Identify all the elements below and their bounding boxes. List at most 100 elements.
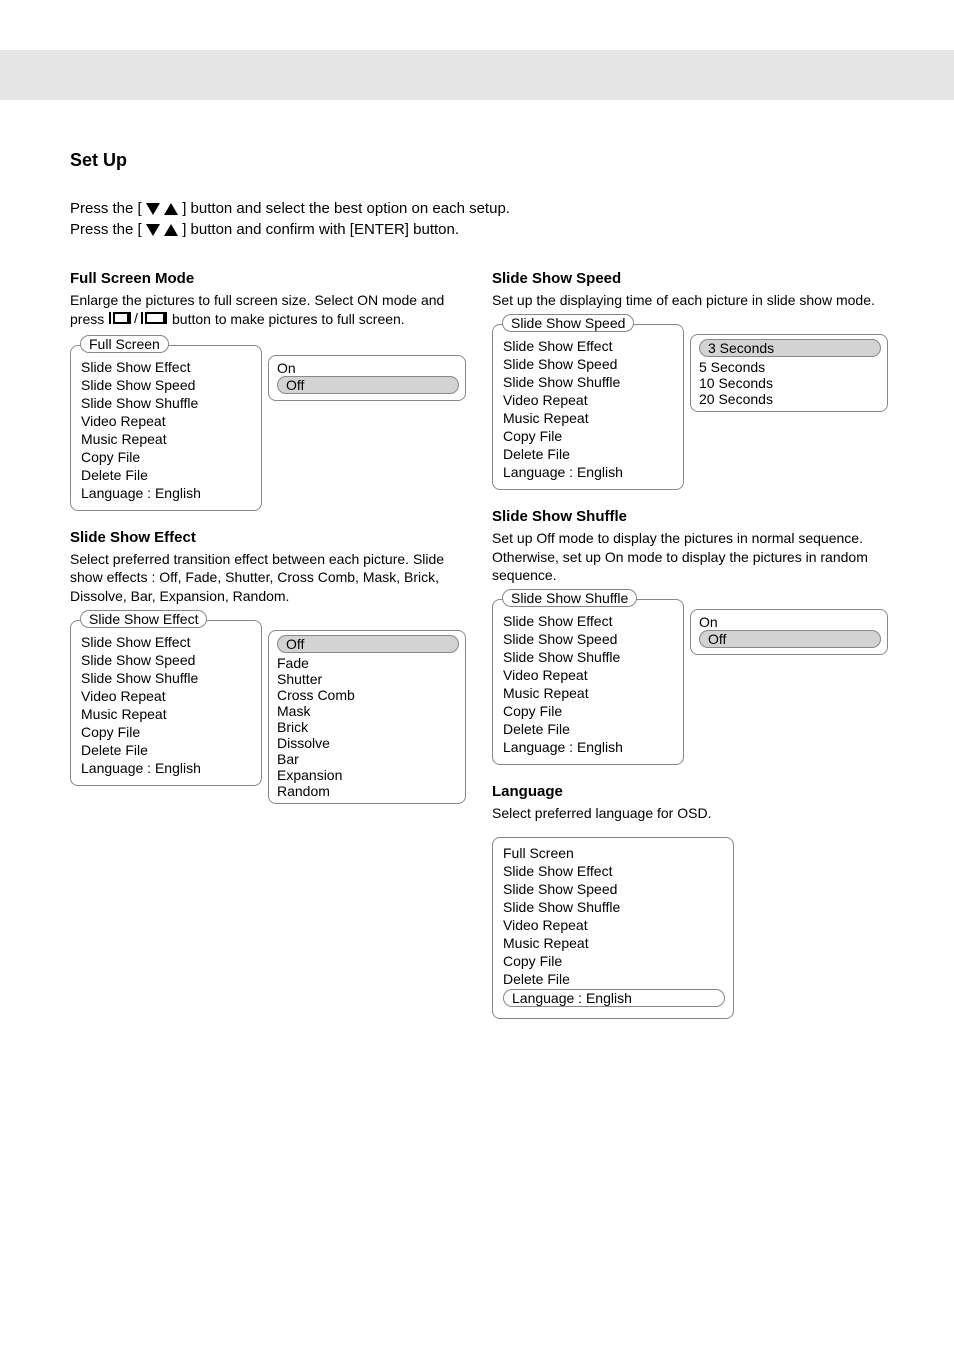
language-body: Select preferred language for OSD. — [492, 804, 884, 823]
on-off-options: On Off — [690, 609, 888, 655]
option-dissolve[interactable]: Dissolve — [277, 735, 457, 751]
header-band — [0, 50, 954, 100]
menu-item[interactable]: Slide Show Shuffle — [503, 648, 673, 666]
menu-item[interactable]: Slide Show Effect — [503, 612, 673, 630]
menu-list-wrap: Slide Show Shuffle Slide Show Effect Sli… — [492, 599, 684, 765]
slide-speed-menu-figure: Slide Show Speed Slide Show Effect Slide… — [492, 324, 884, 490]
option-on-label: On — [699, 614, 718, 630]
menu-item[interactable]: Full Screen — [503, 844, 723, 862]
menu-item[interactable]: Slide Show Shuffle — [503, 373, 673, 391]
menu-header-full-screen: Full Screen — [80, 335, 169, 353]
option-shutter[interactable]: Shutter — [277, 671, 457, 687]
left-column: Full Screen Mode Enlarge the pictures to… — [70, 254, 462, 1037]
option-on[interactable]: On — [277, 360, 457, 376]
option-3s[interactable]: 3 Seconds — [699, 339, 879, 359]
menu-item[interactable]: Slide Show Effect — [503, 337, 673, 355]
menu-item[interactable]: Slide Show Speed — [81, 376, 251, 394]
menu-item[interactable]: Copy File — [503, 427, 673, 445]
menu-item[interactable]: Slide Show Shuffle — [81, 394, 251, 412]
slide-effect-menu-figure: Slide Show Effect Slide Show Effect Slid… — [70, 620, 462, 804]
menu-item[interactable]: Video Repeat — [81, 687, 251, 705]
menu-item[interactable]: Slide Show Speed — [503, 880, 723, 898]
menu-item[interactable]: Language : English — [503, 738, 673, 756]
menu-list: Slide Show Effect Slide Show Speed Slide… — [492, 324, 684, 490]
option-random[interactable]: Random — [277, 783, 457, 799]
menu-item[interactable]: Video Repeat — [503, 391, 673, 409]
option-mask[interactable]: Mask — [277, 703, 457, 719]
menu-item[interactable]: Music Repeat — [81, 430, 251, 448]
option-on[interactable]: On — [699, 614, 879, 630]
page: Set Up Press the [ ] button and select t… — [0, 0, 954, 1345]
menu-item[interactable]: Copy File — [81, 448, 251, 466]
menu-item[interactable]: Slide Show Shuffle — [81, 669, 251, 687]
menu-list: Full Screen Slide Show Effect Slide Show… — [492, 837, 734, 1019]
menu-item[interactable]: Copy File — [503, 952, 723, 970]
menu-item[interactable]: Slide Show Effect — [503, 862, 723, 880]
language-menu-figure: Full Screen Slide Show Effect Slide Show… — [492, 837, 884, 1019]
menu-item[interactable]: Delete File — [81, 741, 251, 759]
menu-item[interactable]: Slide Show Effect — [81, 358, 251, 376]
option-10s[interactable]: 10 Seconds — [699, 375, 879, 391]
menu-item[interactable]: Music Repeat — [503, 934, 723, 952]
up-triangle-icon — [164, 203, 178, 215]
down-triangle-icon — [146, 224, 160, 236]
menu-item[interactable]: Music Repeat — [503, 409, 673, 427]
option-off[interactable]: Off — [699, 630, 879, 650]
up-triangle-icon — [164, 224, 178, 236]
option-on-label: On — [277, 360, 296, 376]
menu-item[interactable]: Language : English — [81, 759, 251, 777]
option-label: Off — [277, 635, 459, 653]
menu-header-slide-speed: Slide Show Speed — [502, 314, 634, 332]
option-off[interactable]: Off — [277, 635, 457, 655]
menu-list: Slide Show Effect Slide Show Speed Slide… — [492, 599, 684, 765]
menu-item[interactable]: Slide Show Speed — [503, 355, 673, 373]
option-cross-comb[interactable]: Cross Comb — [277, 687, 457, 703]
slide-speed-title: Slide Show Speed — [492, 270, 884, 287]
section-title: Set Up — [70, 150, 884, 171]
menu-item[interactable]: Slide Show Effect — [81, 633, 251, 651]
menu-item[interactable]: Language : English — [81, 484, 251, 502]
menu-item[interactable]: Copy File — [81, 723, 251, 741]
menu-item[interactable]: Video Repeat — [503, 916, 723, 934]
intro-lines: Press the [ ] button and select the best… — [70, 200, 510, 237]
option-bar[interactable]: Bar — [277, 751, 457, 767]
down-triangle-icon — [146, 203, 160, 215]
fullscreen-toggle-icon: / — [108, 310, 168, 331]
slide-shuffle-body: Set up Off mode to display the pictures … — [492, 529, 884, 586]
menu-item[interactable]: Slide Show Speed — [81, 651, 251, 669]
menu-item[interactable]: Delete File — [503, 445, 673, 463]
menu-item[interactable]: Language : English — [503, 463, 673, 481]
menu-item-language-selected[interactable]: Language : English — [503, 988, 723, 1010]
menu-list: Slide Show Effect Slide Show Speed Slide… — [70, 620, 262, 786]
option-20s[interactable]: 20 Seconds — [699, 391, 879, 407]
option-brick[interactable]: Brick — [277, 719, 457, 735]
menu-item[interactable]: Slide Show Speed — [503, 630, 673, 648]
full-screen-title: Full Screen Mode — [70, 270, 462, 287]
menu-list-wrap: Full Screen Slide Show Effect Slide Show… — [70, 345, 262, 511]
menu-item[interactable]: Delete File — [503, 720, 673, 738]
svg-text:/: / — [134, 310, 138, 326]
menu-item[interactable]: Delete File — [503, 970, 723, 988]
menu-item[interactable]: Music Repeat — [81, 705, 251, 723]
on-off-options: On Off — [268, 355, 466, 401]
menu-item-language-pill: Language : English — [503, 989, 725, 1007]
option-fade[interactable]: Fade — [277, 655, 457, 671]
menu-header-slide-effect: Slide Show Effect — [80, 610, 207, 628]
full-screen-body-suffix: button to make pictures to full screen. — [172, 311, 405, 327]
slide-effect-body: Select preferred transition effect betwe… — [70, 550, 462, 607]
menu-list-wrap: Slide Show Speed Slide Show Effect Slide… — [492, 324, 684, 490]
option-expansion[interactable]: Expansion — [277, 767, 457, 783]
menu-item[interactable]: Music Repeat — [503, 684, 673, 702]
menu-list-wrap: Slide Show Effect Slide Show Effect Slid… — [70, 620, 262, 786]
menu-item[interactable]: Slide Show Shuffle — [503, 898, 723, 916]
effect-options: Off Fade Shutter Cross Comb Mask Brick D… — [268, 630, 466, 804]
menu-item[interactable]: Copy File — [503, 702, 673, 720]
menu-header-slide-shuffle: Slide Show Shuffle — [502, 589, 637, 607]
option-off[interactable]: Off — [277, 376, 457, 396]
slide-speed-body: Set up the displaying time of each pictu… — [492, 291, 884, 310]
menu-item[interactable]: Video Repeat — [81, 412, 251, 430]
menu-item[interactable]: Video Repeat — [503, 666, 673, 684]
option-5s[interactable]: 5 Seconds — [699, 359, 879, 375]
menu-item[interactable]: Delete File — [81, 466, 251, 484]
full-screen-body: Enlarge the pictures to full screen size… — [70, 291, 462, 331]
